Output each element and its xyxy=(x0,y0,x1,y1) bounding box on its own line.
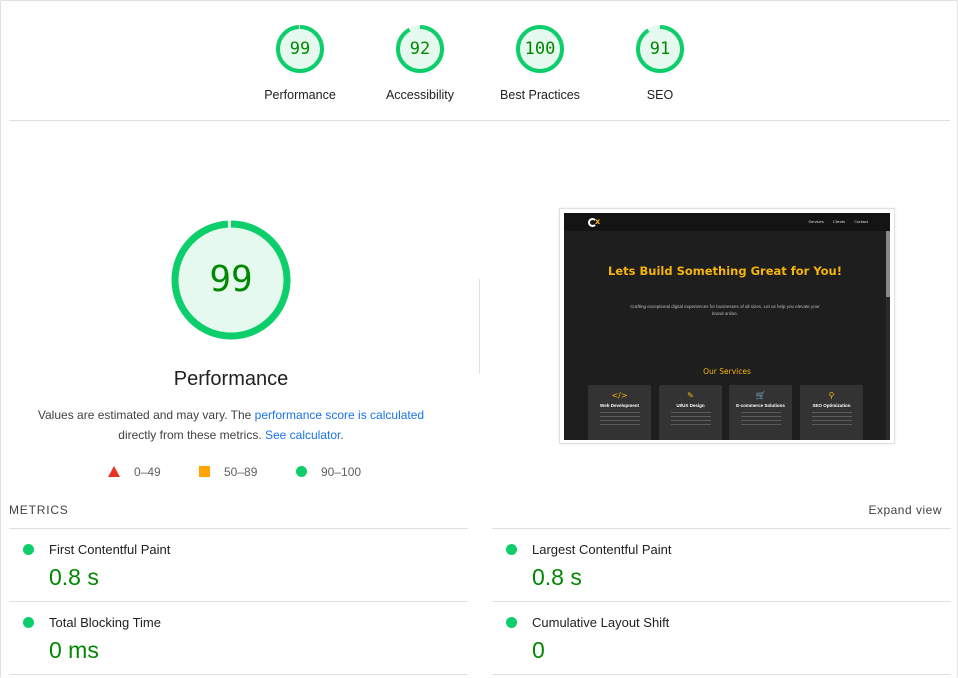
category-gauges: 99 Performance 92 Accessibility 100 Best… xyxy=(0,0,958,120)
metric-name: Cumulative Layout Shift xyxy=(532,615,670,630)
gauge-score: 100 xyxy=(524,39,556,59)
gauge-label: Best Practices xyxy=(500,88,580,102)
site-nav-link: Contact xyxy=(854,219,868,224)
gauge-seo[interactable]: 91 SEO xyxy=(600,24,720,102)
desc-text: directly from these metrics. xyxy=(118,428,265,442)
metric-first-contentful-paint: First Contentful Paint 0.8 s xyxy=(9,529,469,601)
performance-title: Performance xyxy=(173,368,289,390)
gauge-ring: 92 xyxy=(395,24,445,74)
gauge-score: 91 xyxy=(649,39,671,59)
site-service-card: </> Web Development xyxy=(588,385,651,440)
gauge-label: SEO xyxy=(646,88,674,102)
service-title: SEO Optimization xyxy=(812,403,851,408)
gauge-label: Accessibility xyxy=(385,88,455,102)
gauge-ring: 100 xyxy=(515,24,565,74)
site-navbar: x Services Clients Contact xyxy=(564,213,890,231)
gauge-accessibility[interactable]: 92 Accessibility xyxy=(360,24,480,102)
site-hero-subtitle: Crafting exceptional digital experiences… xyxy=(630,304,820,316)
site-service-card: ✎ UI/UX Design xyxy=(659,385,722,440)
fail-triangle-icon xyxy=(108,466,120,477)
divider xyxy=(492,674,951,675)
metric-name: Total Blocking Time xyxy=(49,615,161,630)
metric-name: Largest Contentful Paint xyxy=(532,542,672,557)
metric-value: 0 ms xyxy=(49,637,99,663)
metric-total-blocking-time: Total Blocking Time 0 ms xyxy=(9,602,469,674)
legend-average: 50–89 xyxy=(199,464,257,480)
cart-icon: 🛒 xyxy=(755,391,766,400)
pass-circle-icon xyxy=(296,466,307,477)
screenshot-image: x Services Clients Contact Lets Build So… xyxy=(564,213,890,440)
metric-name: First Contentful Paint xyxy=(49,542,171,557)
gauge-best-practices[interactable]: 100 Best Practices xyxy=(480,24,600,102)
pass-circle-icon xyxy=(23,617,34,628)
performance-description: Values are estimated and may vary. The p… xyxy=(20,405,442,445)
search-icon: ⚲ xyxy=(828,391,835,400)
site-scrollbar xyxy=(886,231,890,440)
metrics-heading: METRICS xyxy=(9,503,69,517)
score-calculated-link[interactable]: performance score is calculated xyxy=(255,408,424,422)
metric-value: 0 xyxy=(532,637,545,663)
brush-icon: ✎ xyxy=(687,391,694,400)
desc-text: Values are estimated and may vary. The xyxy=(37,408,255,422)
site-logo: x xyxy=(588,217,602,227)
site-nav-link: Clients xyxy=(832,219,846,224)
site-service-card: ⚲ SEO Optimization xyxy=(800,385,863,440)
desc-text: . xyxy=(340,428,344,442)
gauge-performance[interactable]: 99 Performance xyxy=(240,24,360,102)
expand-view-toggle[interactable]: Expand view xyxy=(868,503,942,517)
pass-circle-icon xyxy=(506,617,517,628)
service-title: Web Development xyxy=(600,403,639,408)
service-title: E-commerce Solutions xyxy=(736,403,785,408)
metric-largest-contentful-paint: Largest Contentful Paint 0.8 s xyxy=(492,529,952,601)
gauge-score: 92 xyxy=(409,39,431,59)
gauge-ring: 99 xyxy=(275,24,325,74)
pass-circle-icon xyxy=(23,544,34,555)
see-calculator-link[interactable]: See calculator xyxy=(265,428,340,442)
service-title: UI/UX Design xyxy=(676,403,705,408)
site-nav-link: Services xyxy=(808,219,824,224)
final-screenshot[interactable]: x Services Clients Contact Lets Build So… xyxy=(559,208,895,444)
vertical-divider xyxy=(479,279,480,374)
site-service-card: 🛒 E-commerce Solutions xyxy=(729,385,792,440)
pass-circle-icon xyxy=(506,544,517,555)
site-hero-title: Lets Build Something Great for You! xyxy=(608,264,842,278)
performance-score: 99 xyxy=(209,259,253,300)
legend-fail: 0–49 xyxy=(108,464,161,480)
legend-range: 50–89 xyxy=(224,465,258,479)
gauge-score: 99 xyxy=(289,39,311,59)
code-icon: </> xyxy=(611,391,628,400)
gauge-ring: 91 xyxy=(635,24,685,74)
metric-value: 0.8 s xyxy=(532,564,582,590)
gauge-label: Performance xyxy=(264,88,336,102)
legend-range: 0–49 xyxy=(134,465,161,479)
legend-pass: 90–100 xyxy=(296,464,361,480)
metric-value: 0.8 s xyxy=(49,564,99,590)
site-services-title: Our Services xyxy=(703,367,751,376)
divider xyxy=(9,674,468,675)
site-nav-links: Services Clients Contact xyxy=(800,219,868,224)
average-square-icon xyxy=(199,466,210,477)
divider xyxy=(9,120,950,121)
legend-range: 90–100 xyxy=(321,465,362,479)
metric-cumulative-layout-shift: Cumulative Layout Shift 0 xyxy=(492,602,952,674)
